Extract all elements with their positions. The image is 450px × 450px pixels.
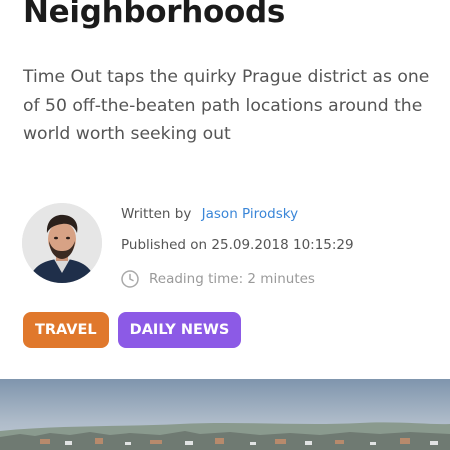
author-link[interactable]: Jason Pirodsky — [202, 206, 298, 222]
author-photo — [22, 203, 102, 283]
reading-time: Reading time: 2 minutes — [149, 270, 315, 287]
article-lead: Time Out taps the quirky Prague district… — [23, 67, 430, 144]
article-title: Neighborhoods — [23, 0, 286, 30]
prague-cityscape-image — [0, 379, 450, 450]
tag-list: TRAVEL DAILY NEWS — [23, 312, 242, 348]
author-avatar[interactable] — [22, 203, 102, 283]
hero-image — [0, 379, 450, 450]
article-meta: Written by Jason Pirodsky Published on 2… — [121, 201, 354, 294]
article-page: Neighborhoods Time Out taps the quirky P… — [0, 0, 450, 450]
tag-daily-news[interactable]: DAILY NEWS — [117, 312, 242, 348]
clock-icon — [121, 269, 139, 288]
author-line: Written by Jason Pirodsky — [121, 201, 354, 232]
tag-travel[interactable]: TRAVEL — [23, 312, 109, 348]
reading-time-row: Reading time: 2 minutes — [121, 263, 354, 294]
published-date: Published on 25.09.2018 10:15:29 — [121, 237, 354, 253]
written-by-label: Written by — [121, 206, 192, 222]
